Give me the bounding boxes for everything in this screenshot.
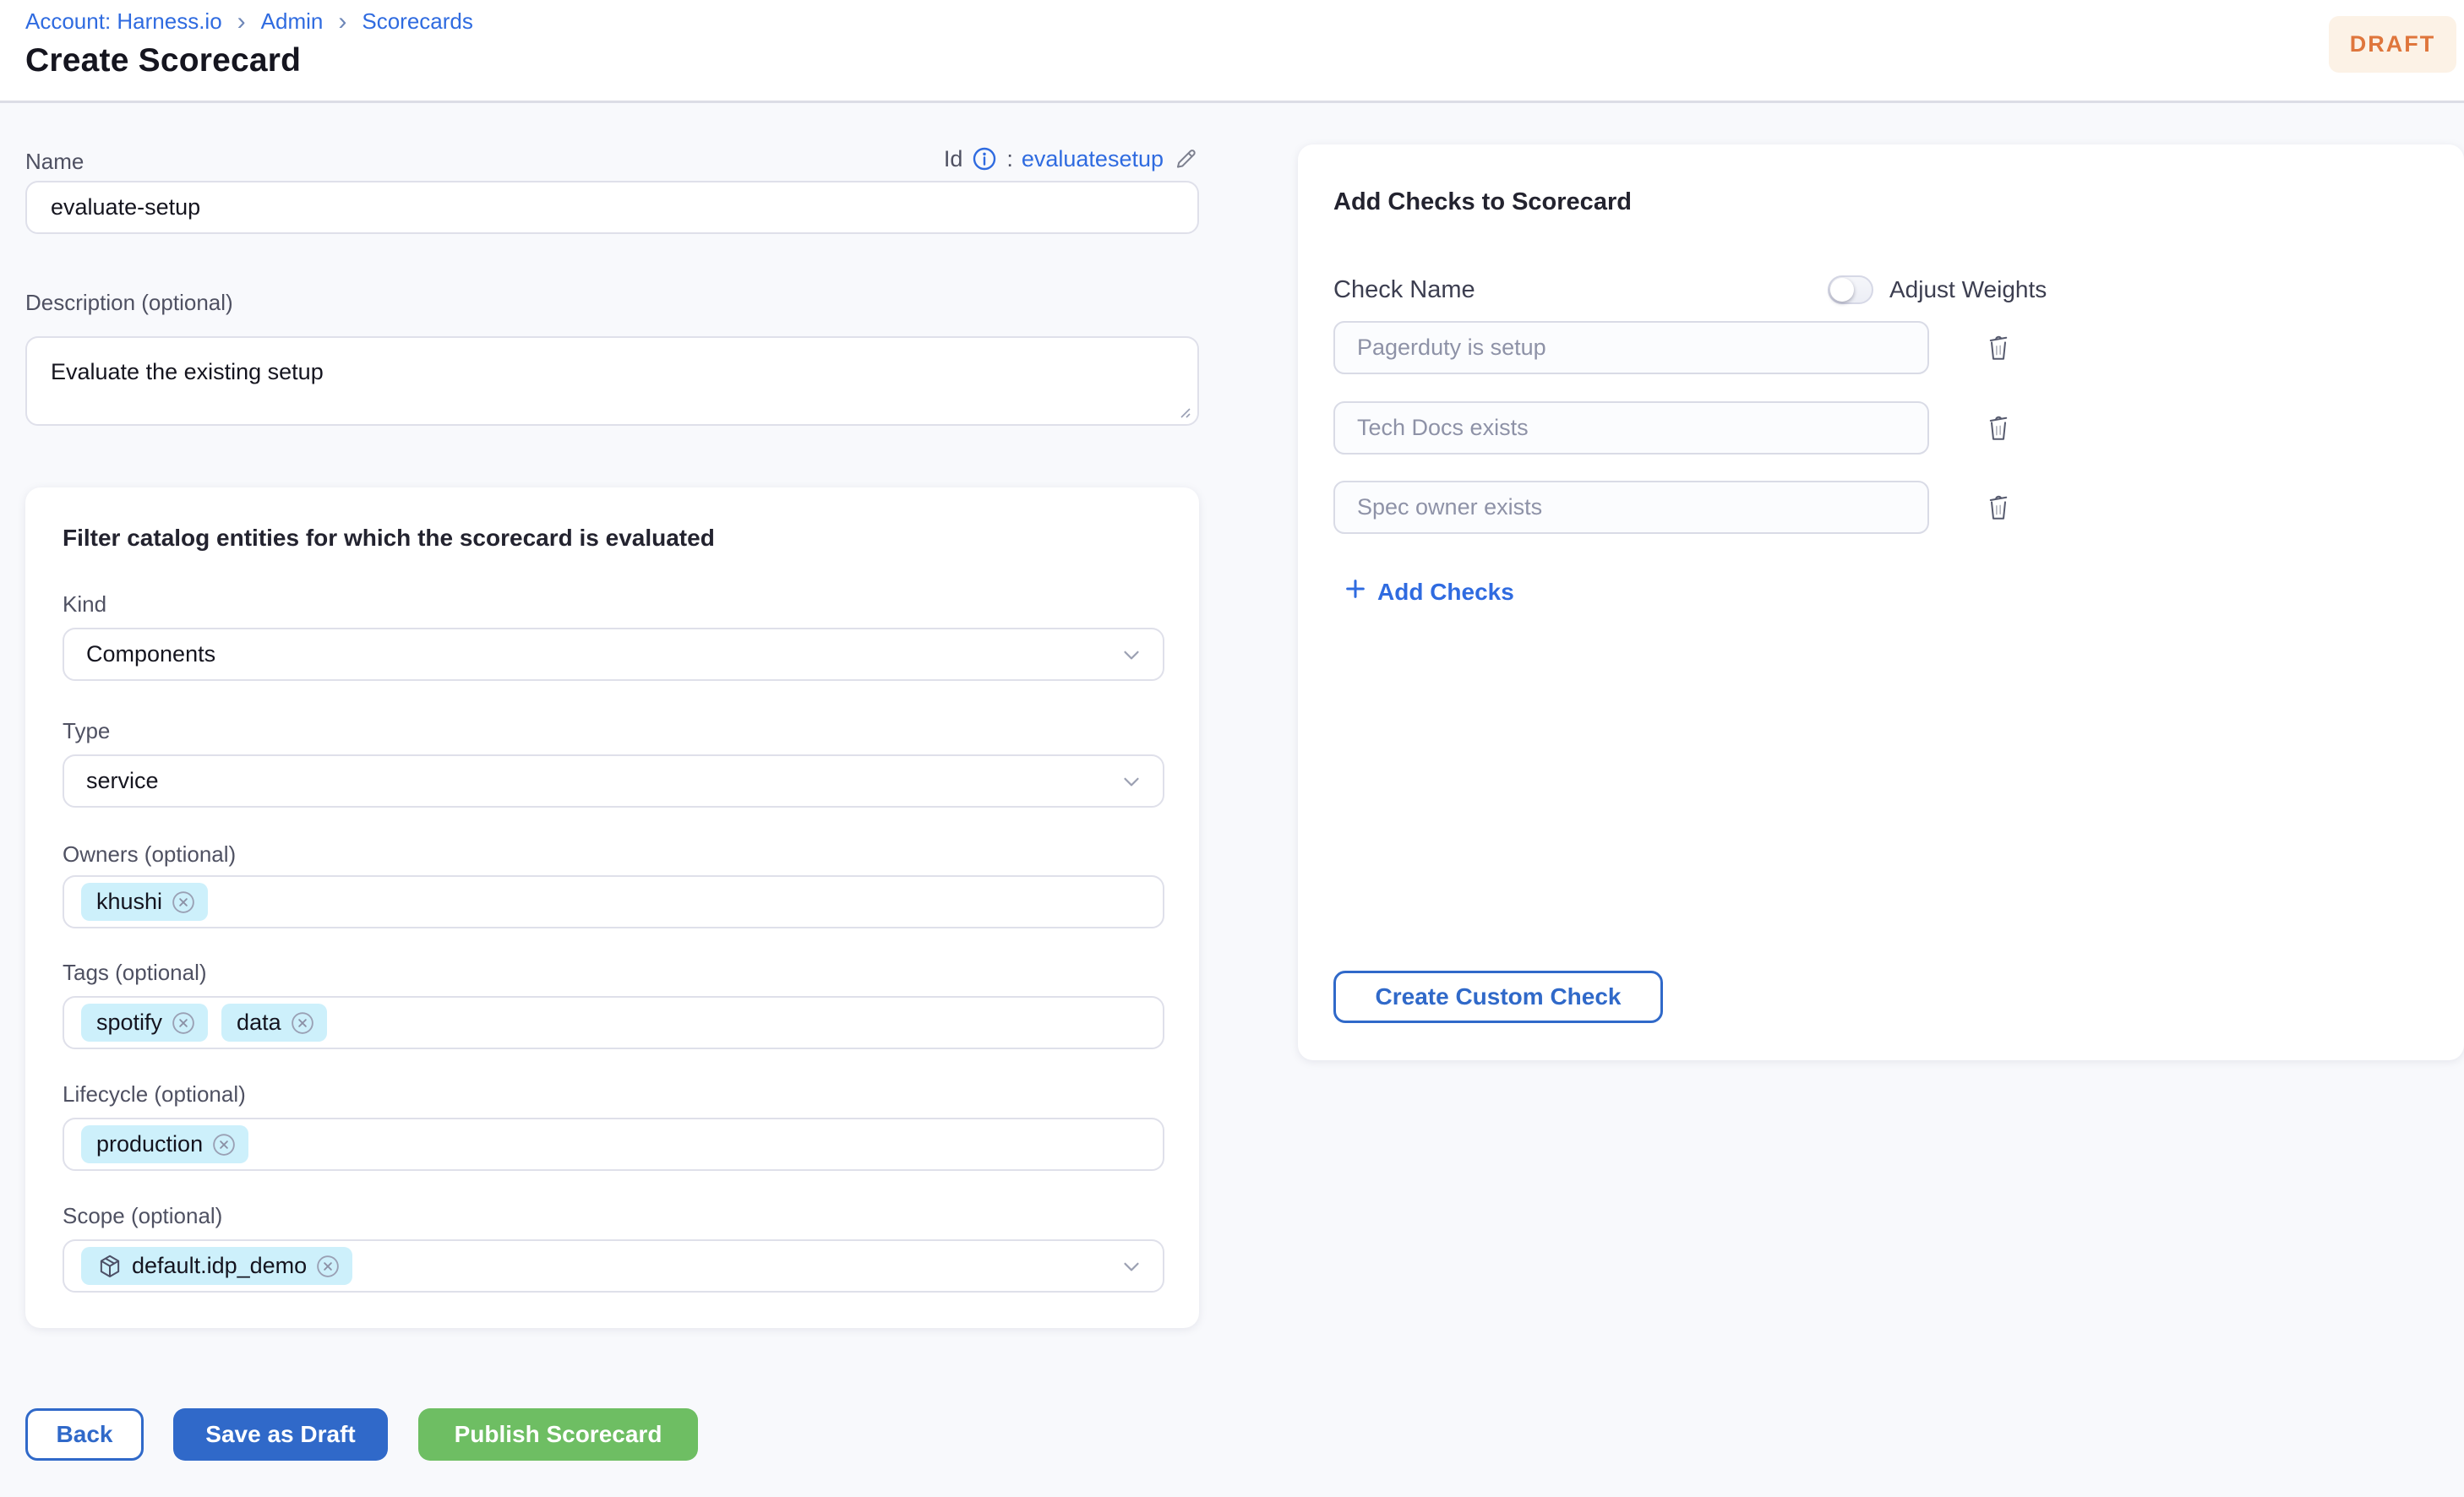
owner-chip-label: khushi bbox=[96, 889, 163, 914]
owners-label: Owners (optional) bbox=[63, 841, 237, 867]
scope-field[interactable]: default.idp_demo bbox=[63, 1239, 1164, 1293]
tags-field[interactable]: spotify data bbox=[63, 996, 1164, 1049]
id-value-link[interactable]: evaluatesetup bbox=[1022, 146, 1164, 172]
kind-label: Kind bbox=[63, 591, 107, 617]
check-row bbox=[1333, 401, 2026, 455]
remove-icon[interactable] bbox=[171, 890, 196, 915]
check-name-input[interactable] bbox=[1333, 321, 1929, 374]
add-checks-button[interactable]: Add Checks bbox=[1344, 577, 1514, 607]
lifecycle-chip: production bbox=[81, 1125, 249, 1163]
add-checks-label: Add Checks bbox=[1377, 578, 1514, 605]
owners-field[interactable]: khushi bbox=[63, 875, 1164, 928]
page-header: Account: Harness.io › Admin › Scorecards… bbox=[0, 0, 2464, 103]
name-input[interactable] bbox=[25, 181, 1199, 234]
create-scorecard-page: Account: Harness.io › Admin › Scorecards… bbox=[0, 0, 2464, 1497]
check-row bbox=[1333, 321, 2026, 374]
publish-scorecard-button[interactable]: Publish Scorecard bbox=[418, 1408, 698, 1461]
tags-label: Tags (optional) bbox=[63, 960, 207, 985]
breadcrumb-admin-link[interactable]: Admin bbox=[261, 7, 324, 35]
id-label: Id bbox=[943, 145, 963, 171]
plus-icon bbox=[1344, 577, 1367, 607]
trash-icon[interactable] bbox=[1986, 492, 2011, 526]
breadcrumb-scorecards-link[interactable]: Scorecards bbox=[362, 7, 473, 35]
trash-icon[interactable] bbox=[1986, 332, 2011, 367]
description-label: Description (optional) bbox=[25, 290, 233, 315]
remove-icon[interactable] bbox=[171, 1010, 196, 1036]
page-title: Create Scorecard bbox=[25, 42, 302, 79]
lifecycle-field[interactable]: production bbox=[63, 1118, 1164, 1171]
tag-chip-label: data bbox=[237, 1010, 281, 1035]
create-custom-check-button[interactable]: Create Custom Check bbox=[1333, 971, 1663, 1023]
info-icon[interactable] bbox=[971, 145, 998, 172]
edit-icon[interactable] bbox=[1172, 145, 1199, 172]
lifecycle-chip-label: production bbox=[96, 1131, 204, 1157]
breadcrumb: Account: Harness.io › Admin › Scorecards bbox=[25, 7, 473, 35]
checks-panel-title: Add Checks to Scorecard bbox=[1333, 188, 1632, 215]
check-name-input[interactable] bbox=[1333, 401, 1929, 455]
owner-chip: khushi bbox=[81, 883, 209, 921]
chevron-down-icon bbox=[1119, 1254, 1144, 1285]
trash-icon[interactable] bbox=[1986, 412, 2011, 447]
remove-icon[interactable] bbox=[290, 1010, 315, 1036]
tag-chip: spotify bbox=[81, 1004, 209, 1042]
kind-select-value: Components bbox=[86, 641, 216, 667]
adjust-weights-label: Adjust Weights bbox=[1889, 276, 2047, 302]
filter-card: Filter catalog entities for which the sc… bbox=[25, 487, 1199, 1328]
id-separator: : bbox=[1006, 145, 1013, 171]
toggle-knob bbox=[1830, 278, 1854, 302]
filter-title: Filter catalog entities for which the sc… bbox=[63, 525, 715, 551]
check-row bbox=[1333, 481, 2026, 534]
remove-icon[interactable] bbox=[315, 1254, 341, 1279]
scope-cube-icon bbox=[96, 1253, 123, 1280]
check-name-input[interactable] bbox=[1333, 481, 1929, 534]
type-label: Type bbox=[63, 718, 111, 743]
id-row: Id : evaluatesetup bbox=[944, 145, 1199, 172]
status-badge: DRAFT bbox=[2329, 16, 2456, 73]
tag-chip: data bbox=[221, 1004, 327, 1042]
chevron-down-icon bbox=[1119, 769, 1144, 800]
adjust-weights-toggle[interactable] bbox=[1828, 275, 1873, 304]
chevron-down-icon bbox=[1119, 642, 1144, 673]
checks-panel: Add Checks to Scorecard Check Name Adjus… bbox=[1298, 144, 2464, 1060]
type-select-value: service bbox=[86, 768, 159, 793]
chevron-right-icon: › bbox=[237, 8, 246, 35]
scope-chip-label: default.idp_demo bbox=[132, 1253, 308, 1278]
lifecycle-label: Lifecycle (optional) bbox=[63, 1081, 246, 1107]
kind-select[interactable]: Components bbox=[63, 628, 1164, 681]
name-label: Name bbox=[25, 149, 84, 174]
remove-icon[interactable] bbox=[211, 1132, 237, 1157]
tag-chip-label: spotify bbox=[96, 1010, 163, 1035]
scope-label: Scope (optional) bbox=[63, 1203, 223, 1228]
breadcrumb-account-link[interactable]: Account: Harness.io bbox=[25, 7, 222, 35]
type-select[interactable]: service bbox=[63, 754, 1164, 808]
scope-chip: default.idp_demo bbox=[81, 1247, 353, 1285]
save-as-draft-button[interactable]: Save as Draft bbox=[173, 1408, 388, 1461]
chevron-right-icon: › bbox=[338, 8, 347, 35]
back-button[interactable]: Back bbox=[25, 1408, 144, 1461]
description-textarea[interactable]: Evaluate the existing setup bbox=[25, 336, 1199, 426]
check-name-label: Check Name bbox=[1333, 276, 1475, 303]
